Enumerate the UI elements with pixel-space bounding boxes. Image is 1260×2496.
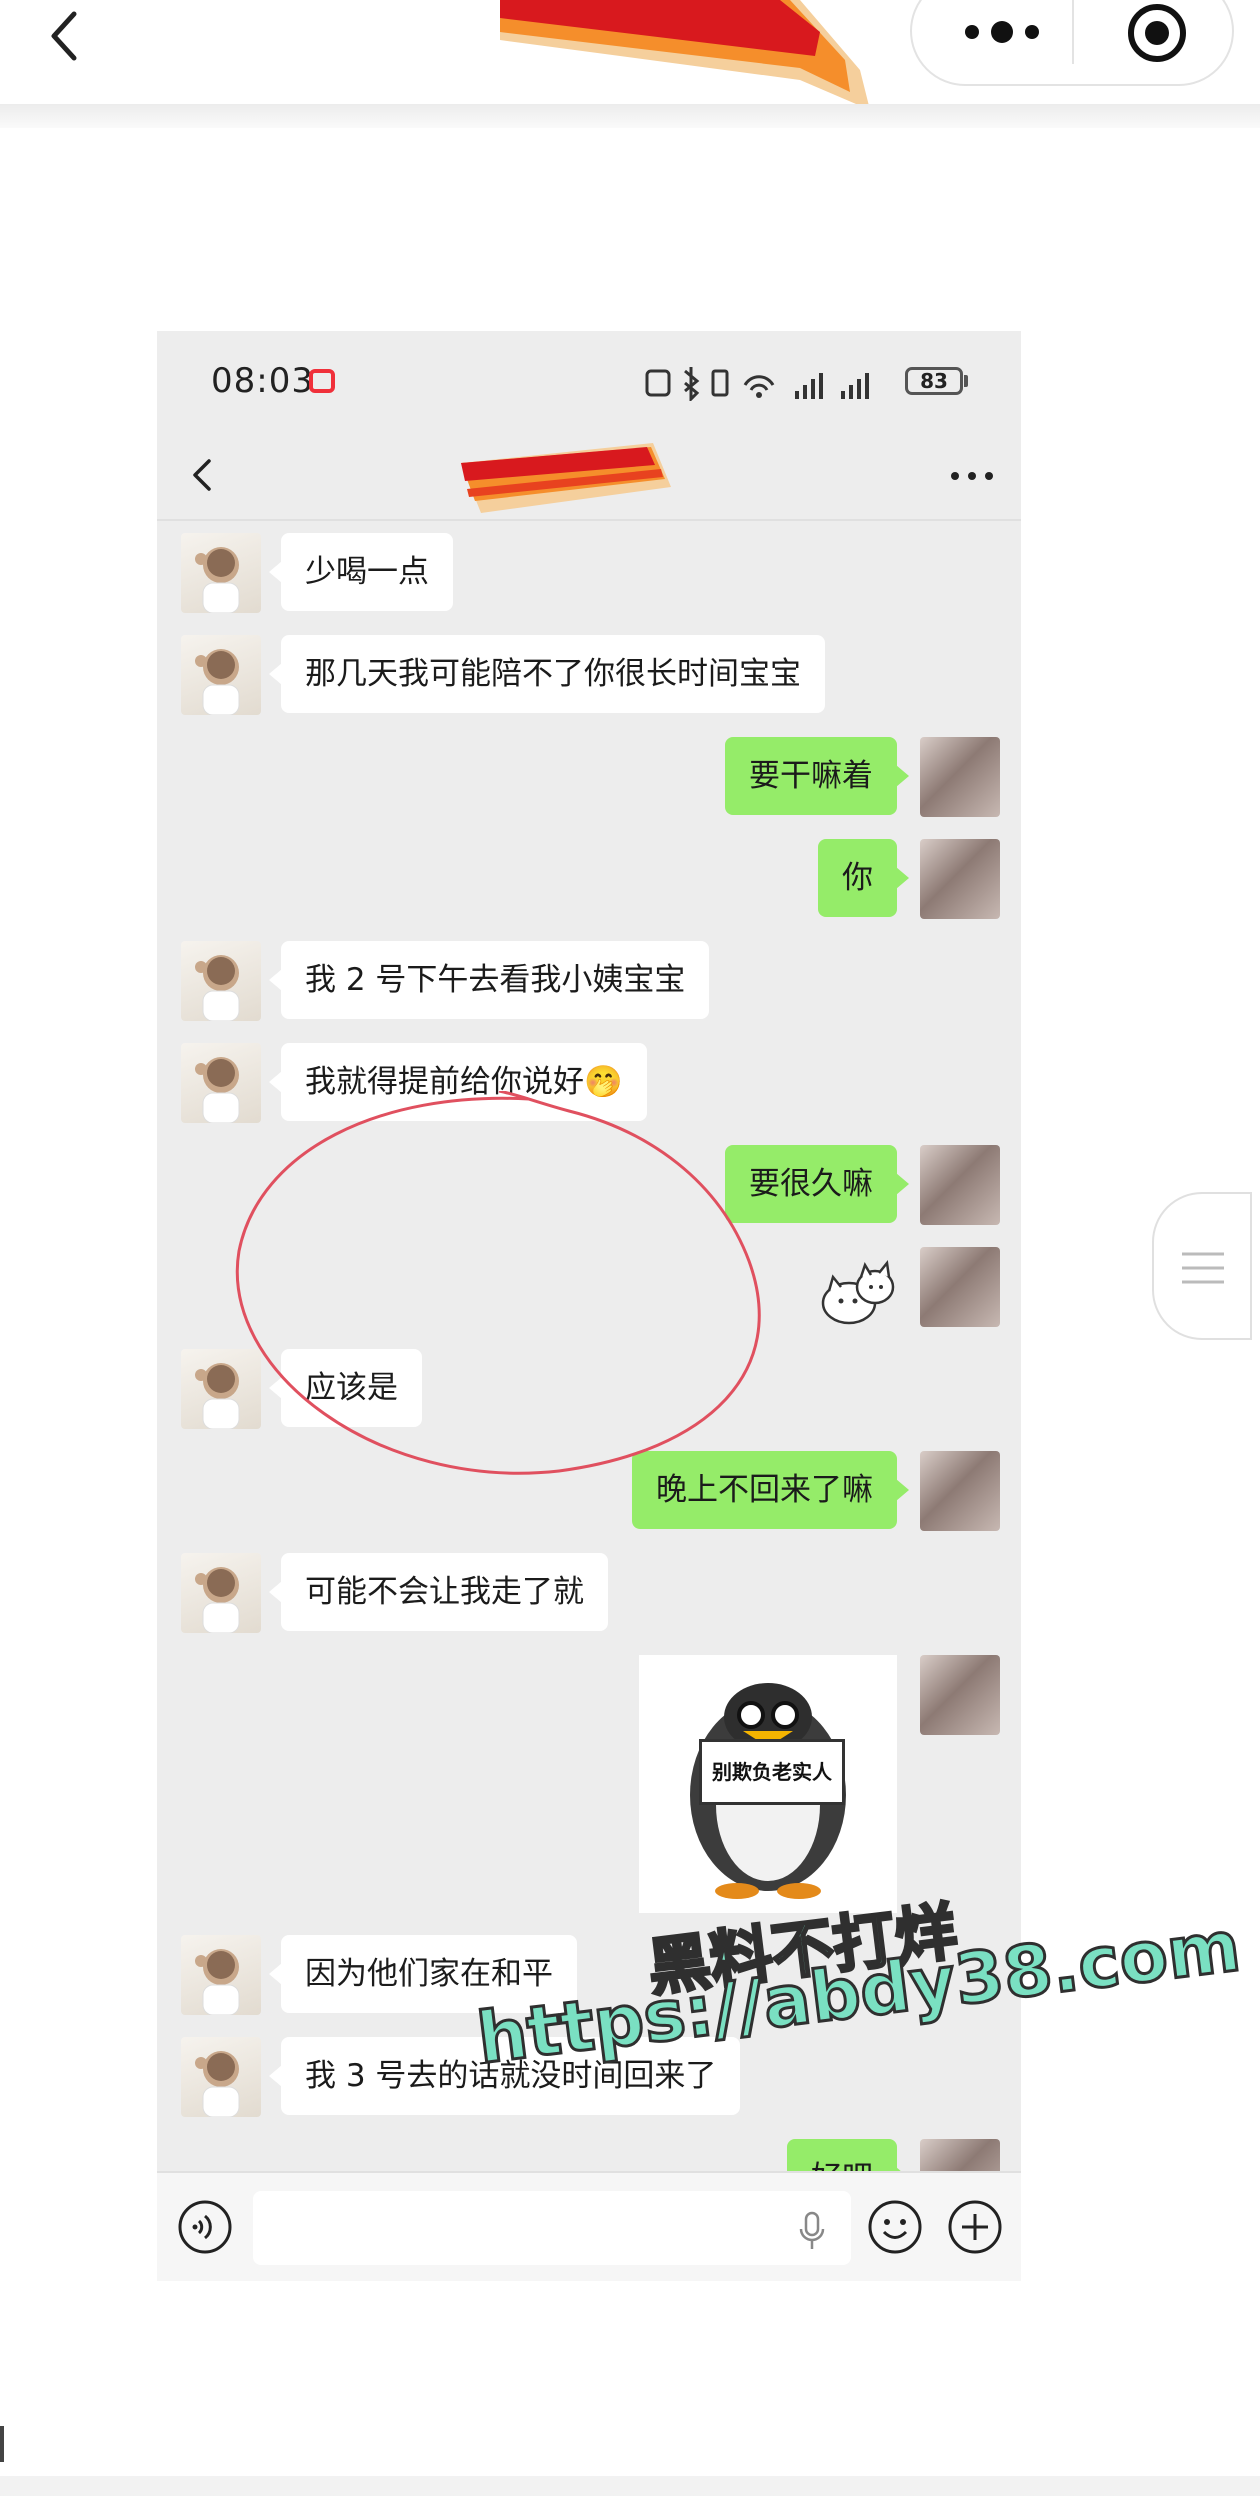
- self-avatar[interactable]: [920, 839, 1000, 919]
- self-avatar[interactable]: [920, 1655, 1000, 1735]
- contact-avatar[interactable]: [181, 2037, 261, 2117]
- message-bubble[interactable]: 应该是: [269, 1349, 422, 1427]
- contact-avatar[interactable]: [181, 1553, 261, 1633]
- message-bubble[interactable]: 晚上不回来了嘛: [632, 1451, 909, 1529]
- status-time: 08:03: [211, 361, 314, 401]
- bottom-edge-mark: [0, 2426, 4, 2462]
- message-bubble[interactable]: 少喝一点: [269, 533, 453, 611]
- message-input[interactable]: [253, 2191, 851, 2265]
- mini-program-header: [0, 0, 1260, 110]
- message-bubble[interactable]: 要很久嘛: [725, 1145, 909, 1223]
- chat-header: [157, 431, 1021, 521]
- self-avatar[interactable]: [920, 737, 1000, 817]
- contact-avatar[interactable]: [181, 941, 261, 1021]
- battery-icon: 83: [905, 367, 963, 395]
- contact-avatar[interactable]: [181, 1349, 261, 1429]
- censor-ribbon-small: [461, 443, 671, 513]
- message-bubble[interactable]: 我就得提前给你说好🤭: [269, 1043, 647, 1121]
- status-bar: 08:03 83: [157, 331, 1021, 431]
- plus-icon[interactable]: [947, 2199, 1003, 2255]
- chat-input-bar: [157, 2171, 1021, 2281]
- message-bubble[interactable]: 你: [818, 839, 909, 917]
- message-bubble[interactable]: 那几天我可能陪不了你很长时间宝宝: [269, 635, 825, 713]
- message-bubble[interactable]: 要干嘛着: [725, 737, 909, 815]
- microphone-icon[interactable]: [797, 2211, 827, 2251]
- self-avatar[interactable]: [920, 1451, 1000, 1531]
- contact-avatar[interactable]: [181, 533, 261, 613]
- emoji-icon[interactable]: [867, 2199, 923, 2255]
- capsule-separator: [1072, 0, 1074, 64]
- penguin-sticker-image[interactable]: 别欺负老实人: [639, 1655, 897, 1913]
- chat-back-icon[interactable]: [183, 455, 223, 495]
- chat-more-icon[interactable]: [947, 461, 997, 491]
- menu-lines-icon: [1182, 1252, 1224, 1284]
- self-avatar[interactable]: [920, 1145, 1000, 1225]
- capsule-menu: [910, 0, 1234, 86]
- cat-sticker[interactable]: [815, 1247, 899, 1331]
- contact-avatar[interactable]: [181, 635, 261, 715]
- back-icon[interactable]: [38, 6, 98, 66]
- floating-side-handle[interactable]: [1152, 1192, 1252, 1340]
- screen-record-icon: [309, 369, 335, 393]
- close-target-icon[interactable]: [1124, 0, 1190, 66]
- message-bubble[interactable]: 可能不会让我走了就: [269, 1553, 608, 1631]
- contact-avatar[interactable]: [181, 1043, 261, 1123]
- battery-tip: [964, 375, 968, 387]
- self-avatar[interactable]: [920, 1247, 1000, 1327]
- sticker-sign-text: 别欺负老实人: [699, 1739, 845, 1805]
- more-dots-icon[interactable]: [952, 2, 1052, 62]
- message-bubble[interactable]: 我 2 号下午去看我小姨宝宝: [268, 941, 710, 1019]
- contact-avatar[interactable]: [181, 1935, 261, 2015]
- bottom-bar: [0, 2476, 1260, 2496]
- header-divider: [0, 104, 1260, 128]
- censor-ribbon: [500, 0, 870, 110]
- voice-icon[interactable]: [177, 2199, 233, 2255]
